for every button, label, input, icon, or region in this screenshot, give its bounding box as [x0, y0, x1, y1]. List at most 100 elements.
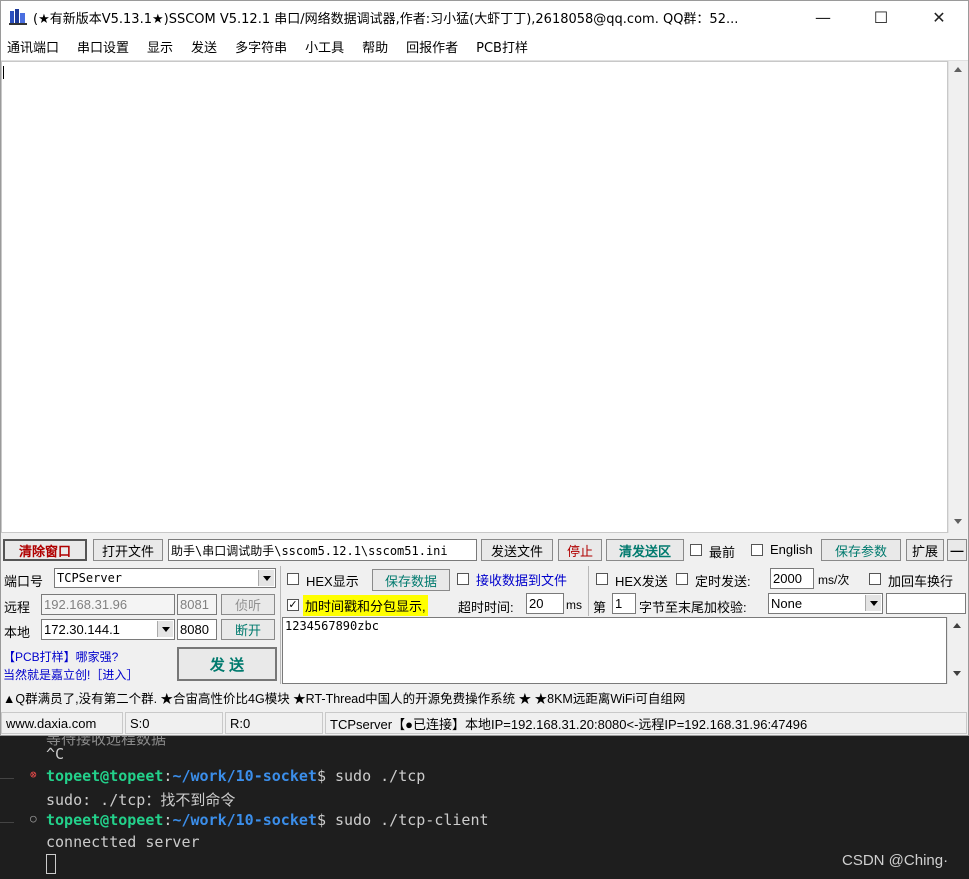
menu-item-send[interactable]: 发送 — [191, 37, 217, 56]
terminal-prompt-1: topeet@topeet:~/work/10-socket$ sudo ./t… — [46, 767, 426, 785]
timeout-unit: ms — [566, 598, 582, 612]
marquee-banner[interactable]: ▲Q群满员了,没有第二个群. ★合宙高性价比4G模块 ★RT-Thread中国人… — [3, 688, 965, 707]
menu-item-tools[interactable]: 小工具 — [305, 37, 344, 56]
remote-ip-field[interactable]: 192.168.31.96 — [41, 594, 175, 615]
menu-item-pcb[interactable]: PCB打样 — [476, 37, 528, 56]
timeout-label: 超时时间: — [458, 600, 514, 615]
command-2: sudo ./tcp-client — [335, 811, 489, 829]
chevron-down-icon[interactable] — [157, 621, 173, 637]
send-textarea[interactable]: 1234567890zbc — [282, 617, 947, 684]
local-ip-select[interactable]: 172.30.144.1 — [41, 619, 175, 640]
terminal-panel[interactable]: 等待接收远程数据 ^C ⊗ topeet@topeet:~/work/10-so… — [0, 736, 969, 879]
menu-item-serial-settings[interactable]: 串口设置 — [77, 37, 129, 56]
menu-item-multi-string[interactable]: 多字符串 — [235, 37, 287, 56]
english-label: English — [770, 542, 813, 557]
receive-textarea[interactable] — [1, 61, 948, 533]
panel-divider — [280, 566, 281, 684]
app-icon — [9, 8, 27, 26]
local-ip-value: 172.30.144.1 — [44, 622, 120, 637]
stop-button[interactable]: 停止 — [558, 539, 602, 561]
menu-item-port[interactable]: 通讯端口 — [7, 37, 59, 56]
menu-item-report-author[interactable]: 回报作者 — [406, 37, 458, 56]
chevron-down-icon[interactable] — [258, 570, 274, 586]
port-label: 端口号 — [4, 574, 44, 589]
checksum-extra-field[interactable] — [886, 593, 966, 614]
prompt-user: topeet@topeet — [46, 767, 164, 785]
hex-display-label: HEX显示 — [306, 574, 359, 589]
status-connection: TCPserver【●已连接】本地IP=192.168.31.20:8080<-… — [325, 712, 967, 734]
terminal-prompt-2: topeet@topeet:~/work/10-socket$ sudo ./t… — [46, 811, 489, 829]
window-title: (★有新版本V5.13.1★)SSCOM V5.12.1 串口/网络数据调试器,… — [33, 11, 739, 27]
line-marker — [0, 822, 14, 823]
checksum-value: None — [771, 596, 803, 611]
port-select[interactable]: TCPServer — [54, 568, 276, 588]
command-1: sudo ./tcp — [335, 767, 426, 785]
save-data-button[interactable]: 保存数据 — [372, 569, 450, 591]
send-button[interactable]: 发 送 — [177, 647, 277, 681]
terminal-cursor — [46, 854, 56, 874]
minimize-button[interactable]: — — [794, 1, 852, 33]
scroll-down-icon[interactable] — [953, 671, 961, 676]
hex-send-checkbox[interactable] — [596, 573, 608, 585]
terminal-output: connectted server — [46, 833, 200, 851]
timestamp-label: 加时间戳和分包显示, — [303, 595, 428, 616]
menu-item-help[interactable]: 帮助 — [362, 37, 388, 56]
status-recv-count: R:0 — [225, 712, 323, 734]
listen-button[interactable]: 侦听 — [221, 594, 275, 615]
local-port-field[interactable]: 8080 — [177, 619, 217, 640]
clear-send-button[interactable]: 清发送区 — [606, 539, 684, 561]
clear-window-button[interactable]: 清除窗口 — [3, 539, 87, 561]
scroll-up-icon[interactable] — [954, 67, 962, 72]
send-file-button[interactable]: 发送文件 — [481, 539, 553, 561]
terminal-error-output: sudo: ./tcp：找不到命令 — [46, 791, 236, 809]
nth-field[interactable]: 1 — [612, 593, 636, 614]
title-bar[interactable]: (★有新版本V5.13.1★)SSCOM V5.12.1 串口/网络数据调试器,… — [1, 1, 968, 33]
local-label: 本地 — [4, 625, 31, 640]
nth-label: 第 — [593, 600, 607, 615]
interval-field[interactable]: 2000 — [770, 568, 814, 589]
file-path-field[interactable]: 助手\串口调试助手\sscom5.12.1\sscom51.ini — [168, 539, 477, 561]
remote-label: 远程 — [4, 600, 31, 615]
save-params-button[interactable]: 保存参数 — [821, 539, 901, 561]
remote-port-field[interactable]: 8081 — [177, 594, 217, 615]
send-scrollbar[interactable] — [947, 617, 967, 684]
terminal-ctrl-c: ^C — [46, 745, 65, 763]
disconnect-button[interactable]: 断开 — [221, 619, 275, 640]
prompt-path: ~/work/10-socket — [172, 767, 317, 785]
add-crlf-checkbox[interactable] — [869, 573, 881, 585]
timestamp-checkbox[interactable]: ✓ — [287, 599, 299, 611]
text-caret — [3, 66, 4, 79]
hex-display-checkbox[interactable] — [287, 573, 299, 585]
recv-to-file-checkbox[interactable] — [457, 573, 469, 585]
scroll-down-icon[interactable] — [954, 519, 962, 524]
pcb-ad-line1[interactable]: 【PCB打样】哪家强? — [3, 648, 118, 665]
interval-unit: ms/次 — [818, 573, 850, 587]
send-opts-divider — [588, 566, 589, 616]
recv-to-file-label: 接收数据到文件 — [476, 573, 568, 588]
timeout-field[interactable]: 20 — [526, 593, 564, 614]
status-website[interactable]: www.daxia.com — [1, 712, 123, 734]
collapse-button[interactable]: — — [947, 539, 967, 561]
sscom-window: (★有新版本V5.13.1★)SSCOM V5.12.1 串口/网络数据调试器,… — [0, 0, 969, 736]
csdn-watermark: CSDN @Ching· — [842, 852, 949, 869]
scroll-up-icon[interactable] — [953, 623, 961, 628]
timed-send-label: 定时发送: — [695, 574, 751, 589]
expand-button[interactable]: 扩展 — [906, 539, 944, 561]
maximize-button[interactable]: ☐ — [852, 1, 910, 33]
prompt-path: ~/work/10-socket — [172, 811, 317, 829]
pcb-ad-line2[interactable]: 当然就是嘉立创!［进入］ — [3, 666, 138, 683]
menu-item-display[interactable]: 显示 — [147, 37, 173, 56]
open-file-button[interactable]: 打开文件 — [93, 539, 163, 561]
close-button[interactable]: ✕ — [910, 1, 968, 33]
status-sent-count: S:0 — [125, 712, 223, 734]
prompt-user: topeet@topeet — [46, 811, 164, 829]
receive-scrollbar[interactable] — [948, 61, 967, 533]
chevron-down-icon[interactable] — [865, 595, 881, 611]
timed-send-checkbox[interactable] — [676, 573, 688, 585]
topmost-label: 最前 — [709, 545, 736, 560]
checksum-select[interactable]: None — [768, 593, 883, 614]
add-crlf-label: 加回车换行 — [888, 574, 954, 589]
english-checkbox[interactable] — [751, 544, 763, 556]
menu-bar: 通讯端口 串口设置 显示 发送 多字符串 小工具 帮助 回报作者 PCB打样 — [1, 33, 968, 61]
topmost-checkbox[interactable] — [690, 544, 702, 556]
